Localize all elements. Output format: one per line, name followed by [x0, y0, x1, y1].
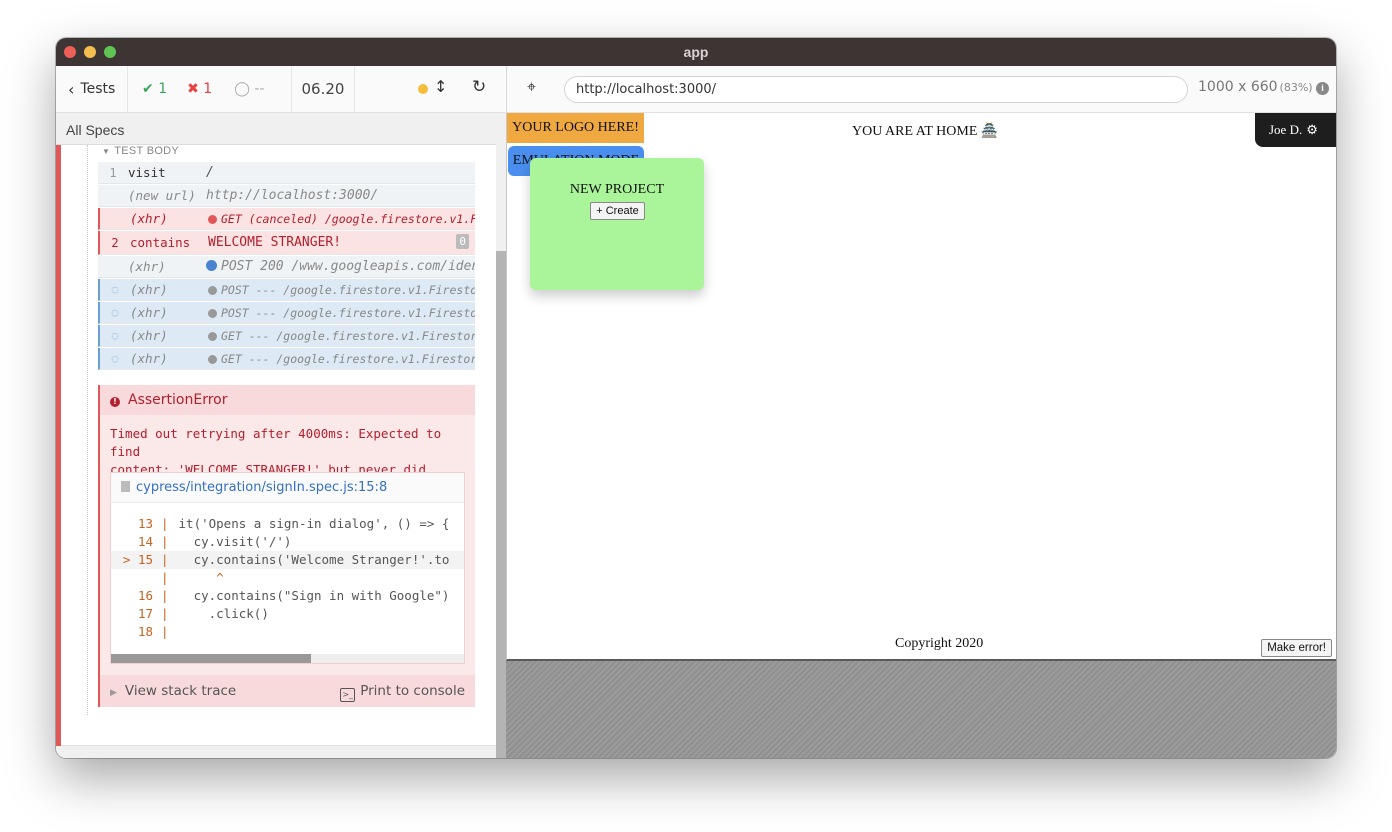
code-line: 14 | cy.visit('/'): [137, 534, 292, 549]
caret-right-icon: ▶: [110, 688, 117, 698]
command-row[interactable]: ◌ (xhr) GET --- /google.firestore.v1.Fir…: [98, 325, 475, 347]
command-row[interactable]: (xhr) GET (canceled) /google.firestore.v…: [98, 208, 475, 230]
chevron-left-icon: ‹: [68, 79, 75, 99]
info-icon[interactable]: i: [1316, 82, 1329, 95]
command-row[interactable]: ◌ (xhr) POST --- /google.firestore.v1.Fi…: [98, 302, 475, 324]
status-dot: [208, 331, 217, 341]
make-error-button[interactable]: Make error!: [1261, 639, 1332, 657]
tests-label: Tests: [80, 81, 116, 97]
spinner-icon: ◌: [111, 352, 119, 365]
reporter-controls: ↕ ↻: [355, 66, 506, 112]
window-title: app: [683, 44, 709, 60]
error-panel: ! AssertionError Timed out retrying after…: [98, 385, 475, 707]
app-window: app ‹ Tests ✔ 1 ✖ 1 ◯ -- 06.20 ↕ ↻ All S…: [56, 38, 1336, 758]
auto-scroll-toggle-icon[interactable]: ↕: [434, 77, 447, 96]
print-to-console-button[interactable]: >_ Print to console: [340, 683, 465, 702]
copyright: Copyright 2020: [895, 636, 984, 651]
terminal-icon: >_: [340, 688, 356, 702]
status-dot: [208, 214, 217, 224]
user-menu[interactable]: Joe D. ⚙: [1255, 113, 1336, 147]
caret-down-icon: ▼: [102, 147, 111, 156]
code-frame: cypress/integration/signIn.spec.js:15:8 …: [110, 472, 465, 664]
code-line: 16 | cy.contains("Sign in with Google"): [137, 588, 450, 603]
viewport-info: 1000 x 660 (83%): [1198, 79, 1313, 95]
code-line: 13 | it('Opens a sign-in dialog', () => {: [137, 516, 450, 531]
selector-playground-icon[interactable]: ⌖: [527, 79, 536, 97]
reporter-panel: ‹ Tests ✔ 1 ✖ 1 ◯ -- 06.20 ↕ ↻ All Specs…: [56, 66, 506, 758]
app-page: YOUR LOGO HERE! EMULATION MODE YOU ARE A…: [506, 113, 1336, 661]
url-bar[interactable]: http://localhost:3000/: [564, 76, 1188, 103]
test-runnable: ▼ TEST BODY 1 visit / (new url) http://lo…: [56, 145, 496, 746]
command-row[interactable]: 2 contains WELCOME STRANGER! 0: [98, 231, 475, 255]
logo-placeholder: YOUR LOGO HERE!: [507, 113, 644, 143]
code-scroll-thumb[interactable]: [111, 654, 311, 663]
reporter-scroll-thumb[interactable]: [496, 251, 506, 758]
create-project-button[interactable]: + Create: [590, 202, 645, 220]
status-dot: [206, 260, 217, 271]
code-line: 18 |: [137, 624, 169, 639]
titlebar: app: [56, 38, 1336, 66]
command-row[interactable]: (new url) http://localhost:3000/: [98, 185, 475, 207]
command-row[interactable]: (xhr) POST 200 /www.googleapis.com/iden…: [98, 256, 475, 278]
running-indicator: [418, 84, 428, 94]
failed-count: ✖ 1: [187, 81, 213, 97]
error-footer: ▶ View stack trace >_ Print to console: [100, 675, 475, 707]
error-icon: !: [110, 397, 120, 407]
status-dot: [208, 308, 217, 318]
passed-count: ✔ 1: [142, 81, 168, 97]
all-specs-link[interactable]: All Specs: [56, 113, 496, 145]
code-line-highlighted: > 15 | cy.contains('Welcome Stranger!'.to: [111, 551, 464, 569]
status-dot: [208, 354, 217, 364]
match-count-badge: 0: [456, 234, 469, 249]
gear-icon[interactable]: ⚙: [1306, 122, 1318, 137]
new-project-card: NEW PROJECT + Create: [530, 158, 704, 290]
view-stack-trace-button[interactable]: ▶ View stack trace: [110, 683, 236, 699]
code-lines: 13 | it('Opens a sign-in dialog', () => { …: [111, 515, 464, 641]
error-header: ! AssertionError: [100, 385, 475, 415]
command-row[interactable]: ◌ (xhr) GET --- /google.firestore.v1.Fir…: [98, 348, 475, 370]
cross-icon: ✖: [187, 81, 199, 97]
spinner-icon: ◌: [111, 306, 119, 319]
command-row[interactable]: 1 visit /: [98, 162, 475, 184]
duration: 06.20: [292, 66, 355, 112]
test-stats: ✔ 1 ✖ 1 ◯ --: [128, 66, 292, 112]
aut-header: ⌖ http://localhost:3000/ 1000 x 660 (83%)…: [506, 66, 1336, 113]
error-message: Timed out retrying after 4000ms: Expecte…: [110, 426, 442, 477]
tests-button[interactable]: ‹ Tests: [56, 66, 128, 112]
test-body-label[interactable]: ▼ TEST BODY: [102, 145, 179, 157]
code-line: 17 | .click(): [137, 606, 269, 621]
rerun-icon[interactable]: ↻: [472, 77, 486, 97]
file-link[interactable]: cypress/integration/signIn.spec.js:15:8: [111, 473, 464, 503]
spinner-icon: ◌: [111, 329, 119, 342]
status-dot: [208, 285, 217, 295]
command-row[interactable]: ◌ (xhr) POST --- /google.firestore.v1.Fi…: [98, 279, 475, 301]
pending-count: ◯ --: [234, 81, 265, 97]
failure-indicator-bar: [56, 145, 61, 746]
reporter-header: ‹ Tests ✔ 1 ✖ 1 ◯ -- 06.20 ↕ ↻: [56, 66, 506, 113]
circle-icon: ◯: [234, 81, 250, 97]
aut-iframe-container: YOUR LOGO HERE! EMULATION MODE YOU ARE A…: [506, 113, 1336, 758]
file-icon: [121, 481, 130, 492]
spinner-icon: ◌: [111, 283, 119, 296]
check-icon: ✔: [142, 81, 154, 97]
new-project-title: NEW PROJECT: [569, 182, 665, 197]
nesting-line: [87, 145, 88, 715]
home-heading: YOU ARE AT HOME 🏯: [852, 124, 999, 139]
code-line: | ^: [161, 570, 224, 585]
